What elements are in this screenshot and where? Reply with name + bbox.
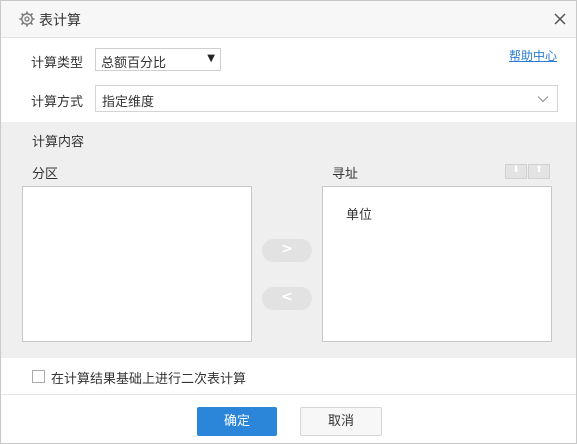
move-right-button[interactable]: > <box>262 239 312 262</box>
calc-method-select[interactable]: 指定维度 <box>95 85 558 112</box>
chevron-left-icon: < <box>281 289 293 305</box>
sort-up-button[interactable]: ⬆ <box>528 164 550 179</box>
calc-content-title: 计算内容 <box>32 135 85 150</box>
close-icon[interactable] <box>551 10 569 28</box>
cancel-button[interactable]: 取消 <box>300 407 382 436</box>
dropdown-caret-icon: ▼ <box>207 53 215 64</box>
table-calculation-dialog: 表计算 计算类型 总额百分比 ▼ 帮助中心 计算方式 指定维度 计算内容 分区 … <box>0 0 577 444</box>
secondary-calc-checkbox[interactable] <box>32 370 45 383</box>
calc-type-value: 总额百分比 <box>101 56 167 71</box>
arrow-down-icon: ⬇ <box>512 165 520 175</box>
calc-type-label: 计算类型 <box>31 56 84 71</box>
arrow-up-icon: ⬆ <box>535 165 543 175</box>
partition-list[interactable] <box>22 186 252 342</box>
footer-divider <box>1 394 576 395</box>
gear-icon <box>19 11 35 27</box>
help-center-link[interactable]: 帮助中心 <box>509 47 557 64</box>
list-item[interactable]: 单位 <box>346 204 372 223</box>
move-left-button[interactable]: < <box>262 287 312 310</box>
addressing-label: 寻址 <box>332 167 359 182</box>
chevron-down-icon <box>537 96 549 103</box>
sort-down-button[interactable]: ⬇ <box>505 164 527 179</box>
dialog-titlebar: 表计算 <box>1 1 576 38</box>
calc-method-label: 计算方式 <box>31 95 84 110</box>
secondary-calc-label: 在计算结果基础上进行二次表计算 <box>51 372 247 387</box>
calc-method-value: 指定维度 <box>102 95 155 110</box>
confirm-button[interactable]: 确定 <box>197 407 277 436</box>
calc-type-select[interactable]: 总额百分比 ▼ <box>95 48 221 71</box>
partition-label: 分区 <box>32 167 59 182</box>
dialog-title: 表计算 <box>39 13 81 29</box>
chevron-right-icon: > <box>281 241 293 257</box>
